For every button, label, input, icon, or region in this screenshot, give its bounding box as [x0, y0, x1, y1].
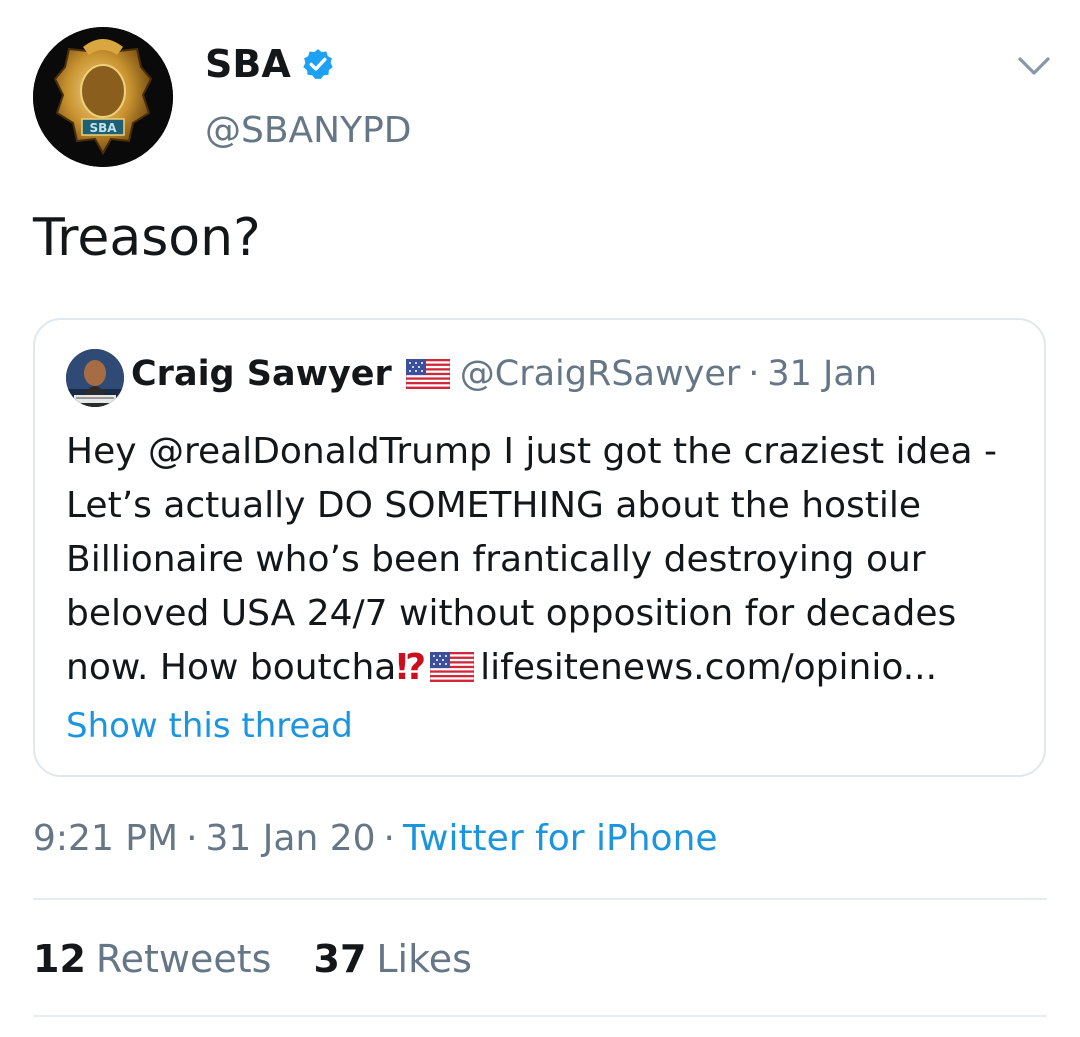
interrobang-emoji: ⁉ [396, 647, 427, 688]
show-thread-link[interactable]: Show this thread [66, 706, 353, 746]
quoted-author-avatar[interactable] [66, 349, 124, 407]
quoted-tweet-card[interactable]: Craig Sawyer @CraigRSawyer · 31 Jan Hey … [33, 318, 1046, 777]
likes-stat[interactable]: 37 Likes [314, 937, 472, 981]
quoted-body-last-line: now. How boutcha⁉ lifesitenews.com/opini… [66, 641, 1026, 695]
svg-text:SBA: SBA [89, 121, 117, 135]
us-flag-emoji-icon [430, 652, 475, 682]
tweet-meta: 9:21 PM · 31 Jan 20 · Twitter for iPhone [33, 818, 718, 859]
header-separator: · [748, 354, 760, 394]
meta-separator: · [383, 818, 395, 859]
retweets-count: 12 [33, 937, 86, 981]
tweet-date: 31 Jan 20 [205, 818, 376, 859]
quoted-author-name: Craig Sawyer [131, 354, 392, 394]
author-avatar[interactable]: SBA [33, 27, 173, 167]
tweet-time: 9:21 PM [33, 818, 179, 859]
quoted-body-line: Billionaire who’s been frantically destr… [66, 539, 926, 580]
chevron-down-icon[interactable] [1016, 52, 1052, 80]
quoted-author-handle: @CraigRSawyer [459, 354, 741, 394]
likes-label: Likes [376, 937, 472, 981]
likes-count: 37 [313, 937, 367, 981]
quoted-link[interactable]: lifesitenews.com/opinio... [480, 647, 937, 688]
quoted-body-text: now. How boutcha [66, 647, 397, 688]
quoted-tweet-body: Hey @realDonaldTrump I just got the craz… [66, 425, 1026, 695]
author-name[interactable]: SBA [205, 42, 335, 86]
us-flag-icon [405, 359, 450, 389]
quoted-tweet-date: 31 Jan [767, 354, 878, 394]
quoted-body-line: beloved USA 24/7 without opposition for … [66, 593, 957, 634]
tweet-text: Treason? [33, 208, 261, 268]
retweets-label: Retweets [95, 937, 272, 981]
quoted-body-line: Let’s actually DO SOMETHING about the ho… [66, 485, 922, 526]
author-name-text: SBA [205, 42, 291, 86]
meta-separator: · [186, 818, 198, 859]
quoted-avatar-image [66, 349, 124, 407]
quoted-body-line: Hey @realDonaldTrump I just got the craz… [66, 431, 998, 472]
tweet-stats: 12 Retweets 37 Likes [33, 937, 502, 981]
author-handle[interactable]: @SBANYPD [205, 110, 412, 151]
divider [33, 898, 1047, 900]
quoted-tweet-header: Craig Sawyer @CraigRSawyer · 31 Jan [131, 354, 877, 394]
police-badge-avatar: SBA [33, 27, 173, 167]
retweets-stat[interactable]: 12 Retweets [33, 937, 271, 981]
tweet-source-link[interactable]: Twitter for iPhone [403, 818, 718, 859]
divider [33, 1015, 1047, 1017]
verified-badge-icon [303, 49, 333, 80]
